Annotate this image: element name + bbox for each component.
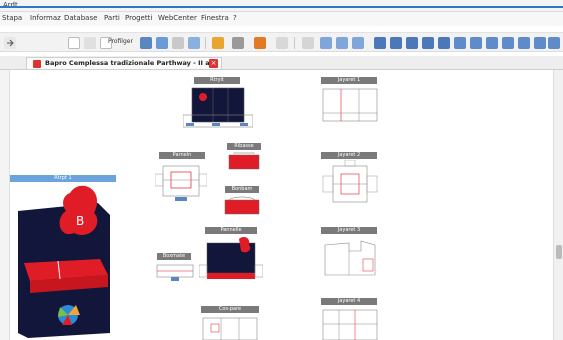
- dieline-parneln-icon: [155, 165, 207, 201]
- toolbar-separator: [294, 37, 295, 49]
- part-label-ribasse: Ribasse: [227, 143, 261, 150]
- part-label-rtrpt-1: Rtrpt 1: [10, 175, 116, 182]
- menu-database[interactable]: Database: [64, 14, 97, 22]
- left-ruler: [0, 70, 10, 340]
- view-icon-2[interactable]: [336, 37, 348, 49]
- part-jayaret-3[interactable]: Jayaret 3: [319, 227, 381, 283]
- document-tab[interactable]: Bapro Cemplessa tradizionale Parthway - …: [26, 57, 222, 69]
- align-icon-3[interactable]: [406, 37, 418, 49]
- fit-icon[interactable]: [302, 37, 314, 49]
- part-jayaret-2[interactable]: Jayaret 2: [319, 152, 381, 208]
- dieline-jayaret-1-icon: [322, 88, 378, 122]
- part-pannelle[interactable]: Pannelle: [199, 227, 263, 283]
- document-tabbar: Bapro Cemplessa tradizionale Parthway - …: [0, 56, 563, 70]
- toolbar-separator: [205, 37, 206, 49]
- brush-icon[interactable]: [212, 37, 224, 49]
- dropdown-field[interactable]: [68, 37, 80, 49]
- vertical-scrollbar[interactable]: [553, 70, 563, 340]
- palette-icon[interactable]: [254, 37, 266, 49]
- align-icon-1[interactable]: [374, 37, 386, 49]
- part-rtryit[interactable]: Rtryit: [183, 77, 253, 131]
- part-label-jayaret-3: Jayaret 3: [321, 227, 377, 234]
- part-label-jayaret-4: Jayaret 4: [321, 298, 377, 305]
- menu-informazioni[interactable]: Informaz: [30, 14, 61, 22]
- menu-progetti[interactable]: Progetti: [125, 14, 152, 22]
- distribute-icon-3[interactable]: [486, 37, 498, 49]
- frame-icon[interactable]: [188, 37, 200, 49]
- part-parneln[interactable]: Parneln: [155, 152, 207, 204]
- distribute-icon-7[interactable]: [548, 37, 560, 49]
- part-label-pannelle: Pannelle: [205, 227, 257, 234]
- svg-text:B: B: [76, 214, 84, 228]
- dieline-jayaret-2-icon: [322, 160, 378, 203]
- scrollbar-thumb[interactable]: [556, 245, 562, 259]
- part-jayaret-1[interactable]: Jayaret 1: [319, 77, 381, 125]
- distribute-icon-1[interactable]: [454, 37, 466, 49]
- distribute-icon-5[interactable]: [518, 37, 530, 49]
- view-icon-3[interactable]: [352, 37, 364, 49]
- part-boxmate[interactable]: Boxmate: [155, 253, 195, 283]
- arrow-icon[interactable]: [4, 37, 16, 49]
- layers-icon[interactable]: [156, 37, 168, 49]
- menu-stampa[interactable]: Stapa: [2, 14, 22, 22]
- dieline-jayaret-3-icon: [324, 240, 376, 276]
- dieline-boxmate-icon: [156, 264, 194, 281]
- part-jayaret-4[interactable]: Jayaret 4: [319, 298, 381, 340]
- dieline-cos-pare-icon: [202, 317, 258, 340]
- accent-line: [0, 6, 563, 8]
- part-ribasse[interactable]: Ribasse: [227, 143, 261, 175]
- toolbar: Profilger: [0, 32, 563, 52]
- print-icon[interactable]: [172, 37, 184, 49]
- part-label-parneln: Parneln: [159, 152, 205, 159]
- part-label-jayaret-1: Jayaret 1: [321, 77, 377, 84]
- part-cos-pare[interactable]: Cos-pare: [197, 306, 263, 340]
- app-window: Ardt Stapa Informaz Database Parti Proge…: [0, 0, 563, 340]
- part-rtrpt-1-preview[interactable]: Rtrpt 1 B: [10, 175, 116, 338]
- dieline-bonbam-icon: [224, 196, 260, 215]
- profile-label[interactable]: Profilger: [108, 38, 133, 45]
- settings-icon[interactable]: [232, 37, 244, 49]
- measure-icon[interactable]: [276, 37, 288, 49]
- document-tab-title: Bapro Cemplessa tradizionale Parthway - …: [45, 59, 218, 67]
- close-tab-icon[interactable]: ×: [209, 59, 218, 68]
- part-bonbam[interactable]: Bonbam: [223, 186, 261, 218]
- display-stand-3d-icon: B: [10, 183, 116, 338]
- menu-help[interactable]: ?: [233, 14, 237, 22]
- part-label-boxmate: Boxmate: [157, 253, 191, 260]
- menu-finestra[interactable]: Finestra: [201, 14, 229, 22]
- zoom-icon[interactable]: [84, 37, 96, 49]
- distribute-icon-4[interactable]: [502, 37, 514, 49]
- part-label-bonbam: Bonbam: [225, 186, 259, 193]
- dieline-jayaret-4-icon: [322, 309, 378, 340]
- align-icon-4[interactable]: [422, 37, 434, 49]
- menu-bar: Stapa Informaz Database Parti Progetti W…: [0, 12, 563, 26]
- document-icon: [33, 60, 41, 68]
- grid-icon[interactable]: [140, 37, 152, 49]
- part-label-jayaret-2: Jayaret 2: [321, 152, 377, 159]
- dieline-pannelle-icon: [199, 237, 263, 279]
- menu-webcenter[interactable]: WebCenter: [158, 14, 197, 22]
- distribute-icon-6[interactable]: [534, 37, 546, 49]
- align-icon-5[interactable]: [438, 37, 450, 49]
- part-label-cos-pare: Cos-pare: [201, 306, 259, 313]
- dieline-ribasse-icon: [228, 152, 260, 170]
- part-label-rtryit: Rtryit: [194, 77, 240, 84]
- align-icon-2[interactable]: [390, 37, 402, 49]
- dieline-rtryit-icon: [183, 87, 253, 128]
- distribute-icon-2[interactable]: [470, 37, 482, 49]
- menu-parti[interactable]: Parti: [104, 14, 120, 22]
- view-icon-1[interactable]: [320, 37, 332, 49]
